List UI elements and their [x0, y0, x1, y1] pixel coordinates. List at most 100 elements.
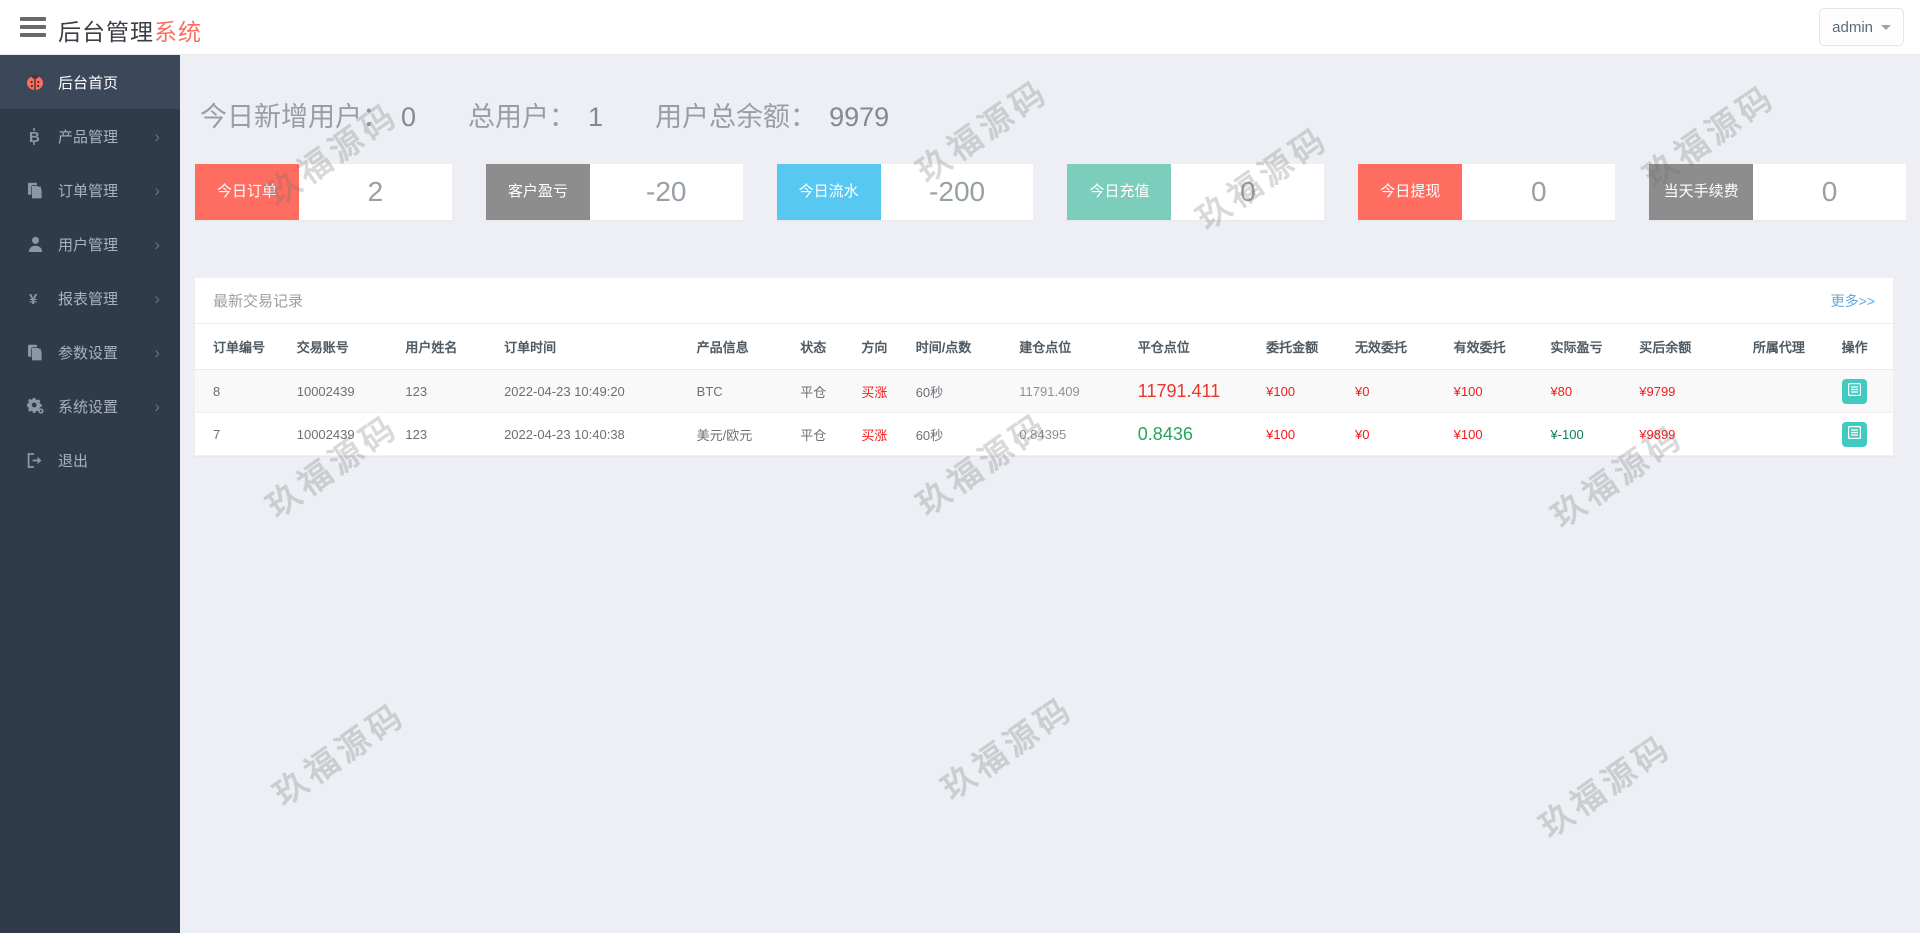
column-header: 操作 — [1833, 324, 1893, 370]
table-cell: ¥-100 — [1542, 412, 1632, 456]
table-cell: 买涨 — [853, 412, 908, 456]
sidebar-item-orders[interactable]: 订单管理 › — [0, 163, 180, 217]
table-cell — [1744, 412, 1834, 456]
app-header: 后台管理系统 admin — [0, 0, 1920, 55]
table-cell: 2022-04-23 10:40:38 — [496, 412, 689, 456]
column-header: 时间/点数 — [907, 324, 1012, 370]
table-cell: ¥100 — [1445, 412, 1543, 456]
sidebar-item-home[interactable]: 后台首页 — [0, 55, 180, 109]
view-order-button[interactable] — [1841, 378, 1867, 404]
sidebar-item-label: 订单管理 — [58, 182, 119, 200]
stat-cards: 今日 订单 2 客户 盈亏 -20 今日 流水 -200 今日 充值 0 今日 提现 0 当天 手续费 0 — [195, 164, 1906, 220]
pages-icon — [24, 343, 46, 361]
orders-icon — [24, 181, 46, 199]
table-cell: 0.84395 — [1011, 412, 1130, 456]
table-cell: 7 — [195, 412, 289, 456]
stat-group-1: 总用户： 1 — [468, 95, 603, 134]
table-cell — [1744, 369, 1834, 413]
column-header: 实际盈亏 — [1542, 324, 1632, 370]
table-cell: 11791.411 — [1129, 369, 1259, 413]
chevron-right-icon: › — [154, 234, 160, 254]
column-header: 委托金额 — [1258, 324, 1347, 370]
column-header: 无效委托 — [1346, 324, 1446, 370]
sidebar-item-params[interactable]: 参数设置 › — [0, 325, 180, 379]
sidebar: 后台首页 B 产品管理 › 订单管理 › 用户管理 › ¥ 报表管理 › 参数设置 › 系统设置 › 退出 — [0, 55, 180, 933]
logout-icon — [24, 451, 46, 469]
user-menu-button[interactable]: admin — [1819, 8, 1904, 46]
table-header-row: 订单编号 交易账号 用户姓名 订单时间 产品信息 状态 方向 时间/点数 建仓点位 平仓点位 委托金… — [195, 324, 1893, 370]
chevron-right-icon: › — [154, 396, 160, 416]
sidebar-item-label: 系统设置 — [58, 398, 119, 416]
view-order-button[interactable] — [1841, 421, 1867, 447]
list-icon — [1847, 425, 1861, 442]
stat-card-value: 0 — [1530, 176, 1547, 207]
app-title-primary: 后台管理 — [58, 19, 154, 45]
table-cell: 60秒 — [907, 412, 1012, 456]
table-cell: ¥0 — [1346, 369, 1446, 413]
stat-card-label: 今日 订单 — [195, 164, 299, 220]
table-cell: ¥80 — [1542, 369, 1632, 413]
sidebar-item-logout[interactable]: 退出 — [0, 433, 180, 487]
sidebar-item-reports[interactable]: ¥ 报表管理 › — [0, 271, 180, 325]
svg-text:¥: ¥ — [29, 291, 38, 306]
stat-label: 用户总余额： — [655, 102, 818, 132]
table-row: 8 10002439 123 2022-04-23 10:49:20 BTC 平仓 买涨 60… — [195, 369, 1893, 413]
gear-icon — [24, 397, 46, 415]
chevron-right-icon: › — [154, 342, 160, 362]
stat-card-today-fee: 当天 手续费 0 — [1649, 164, 1906, 220]
stat-card-label: 今日 提现 — [1358, 164, 1463, 220]
stat-card-label: 今日 充值 — [1067, 164, 1172, 220]
stat-group-2: 用户总余额： 9979 — [655, 95, 889, 134]
table-cell: 123 — [397, 412, 497, 456]
stat-card-value: 0 — [1240, 176, 1256, 207]
table-cell: BTC — [688, 369, 793, 413]
table-row: 7 10002439 123 2022-04-23 10:40:38 美元/欧元 平仓 买涨… — [195, 412, 1893, 456]
table-cell: 2022-04-23 10:49:20 — [496, 369, 689, 413]
trades-panel: 最新交易记录 更多>> 订单编号 交易账号 用户姓名 订单时间 产品信息 状态 方向 时间/点… — [195, 278, 1893, 456]
stat-card-label: 当天 手续费 — [1649, 164, 1754, 220]
sidebar-item-label: 后台首页 — [58, 74, 119, 92]
column-header: 产品信息 — [688, 324, 793, 370]
stat-card-customer-pnl: 客户 盈亏 -20 — [485, 164, 743, 220]
sidebar-item-label: 用户管理 — [58, 236, 119, 254]
column-header: 交易账号 — [288, 324, 398, 370]
user-name: admin — [1832, 18, 1873, 36]
panel-title: 最新交易记录 — [213, 293, 304, 310]
column-header: 有效委托 — [1445, 324, 1543, 370]
table-cell: 美元/欧元 — [688, 412, 793, 456]
main-content: 今日新增用户： 0 总用户： 1 用户总余额： 9979 今日 订单 2 客户 盈亏 -20 今日 流水… — [180, 55, 1920, 933]
stat-value: 9979 — [829, 102, 890, 132]
chevron-right-icon: › — [154, 180, 160, 200]
dashboard-icon — [24, 73, 46, 91]
sidebar-item-label: 退出 — [58, 452, 89, 470]
bitcoin-icon: B — [24, 127, 46, 145]
table-cell: ¥9899 — [1631, 412, 1745, 456]
column-header: 状态 — [792, 324, 854, 370]
table-cell: 60秒 — [907, 369, 1012, 413]
more-link[interactable]: 更多>> — [1831, 291, 1875, 311]
column-header: 建仓点位 — [1011, 324, 1130, 370]
table-cell: 10002439 — [288, 369, 398, 413]
user-icon — [24, 235, 46, 253]
sidebar-item-users[interactable]: 用户管理 › — [0, 217, 180, 271]
menu-toggle-icon[interactable] — [20, 17, 46, 38]
stat-card-value: 2 — [367, 176, 384, 207]
table-cell: 11791.409 — [1011, 369, 1130, 413]
sidebar-item-products[interactable]: B 产品管理 › — [0, 109, 180, 163]
table-cell: 8 — [195, 369, 289, 413]
table-cell: ¥9799 — [1631, 369, 1745, 413]
stats-summary: 今日新增用户： 0 总用户： 1 用户总余额： 9979 — [200, 95, 1906, 134]
stat-card-value: -20 — [646, 176, 687, 207]
table-cell: ¥100 — [1445, 369, 1543, 413]
panel-header: 最新交易记录 更多>> — [195, 278, 1893, 324]
stat-card-label: 今日 流水 — [776, 164, 881, 220]
column-header: 订单编号 — [195, 324, 289, 370]
stat-card-today-orders: 今日 订单 2 — [195, 164, 452, 220]
table-cell: 平仓 — [792, 412, 854, 456]
stat-card-today-flow: 今日 流水 -200 — [776, 164, 1034, 220]
sidebar-item-label: 报表管理 — [58, 290, 119, 308]
stat-card-today-deposit: 今日 充值 0 — [1067, 164, 1325, 220]
stat-card-value: 0 — [1821, 176, 1838, 207]
column-header: 订单时间 — [496, 324, 689, 370]
sidebar-item-system[interactable]: 系统设置 › — [0, 379, 180, 433]
